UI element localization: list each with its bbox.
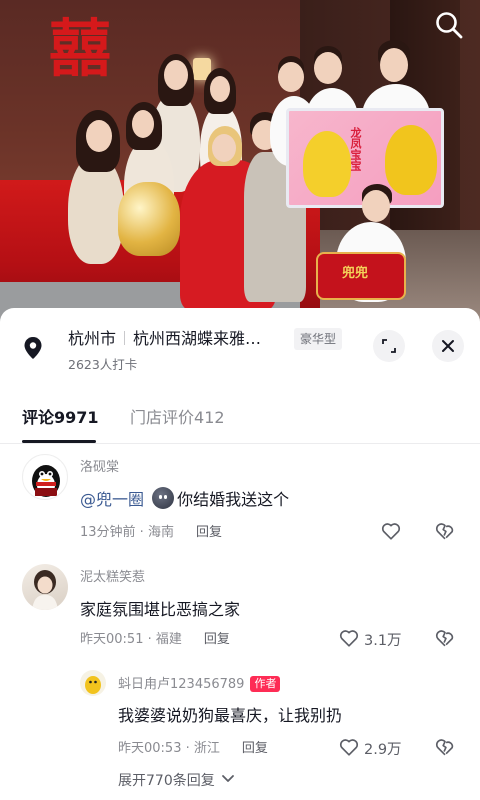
checkin-count: 2623人打卡 bbox=[68, 357, 138, 372]
comment-body: 家庭氛围堪比恶搞之家 bbox=[80, 600, 241, 619]
venue-type-tag: 豪华型 bbox=[294, 328, 343, 350]
search-button[interactable] bbox=[434, 10, 464, 40]
heart-icon bbox=[339, 630, 359, 647]
heart-icon bbox=[381, 523, 401, 540]
tab-comments[interactable]: 评论9971 bbox=[22, 404, 99, 428]
comment-time: 昨天00:51 bbox=[80, 632, 144, 647]
reply-button[interactable]: 回复 bbox=[242, 741, 268, 756]
bride-head bbox=[212, 134, 236, 162]
double-happiness-sign: 囍 bbox=[48, 12, 111, 85]
reply-time: 昨天00:53 bbox=[118, 741, 182, 756]
collapse-icon bbox=[382, 339, 396, 353]
broken-heart-icon bbox=[435, 630, 454, 647]
location-venue: 杭州西湖蝶来雅… bbox=[133, 329, 262, 348]
close-icon bbox=[442, 340, 454, 352]
guest-head bbox=[278, 62, 304, 92]
comment-body: 你结婚我送这个 bbox=[177, 490, 290, 509]
guest-head bbox=[210, 76, 230, 102]
wedding-photo: 囍 龙凤宝宝 兜兜 bbox=[0, 0, 480, 322]
heart-icon bbox=[339, 739, 359, 756]
mention-link[interactable]: @兜一圈 bbox=[80, 490, 144, 509]
active-tab-indicator bbox=[22, 440, 96, 443]
reply-body: 我婆婆说奶狗最喜庆，让我别扔 bbox=[118, 706, 343, 725]
comment-region: 海南 bbox=[147, 525, 174, 540]
comment-username[interactable]: 洛砚棠 bbox=[80, 456, 119, 475]
duck-avatar-icon bbox=[85, 676, 101, 694]
avatar[interactable] bbox=[22, 564, 68, 610]
emoji-icon bbox=[152, 487, 175, 509]
location-bar[interactable]: 杭州市 杭州西湖蝶来雅… 豪华型 2623人打卡 bbox=[0, 308, 480, 384]
poster-title: 龙凤宝宝 bbox=[349, 127, 362, 171]
comment-item: 洛砚棠 @兜一圈 你结婚我送这个 13分钟前 · 海南 回复 bbox=[0, 452, 480, 552]
reply-region: 浙江 bbox=[193, 741, 220, 756]
guest-head bbox=[86, 120, 112, 152]
reply-username[interactable]: 蚪日甪卢123456789 bbox=[118, 677, 244, 692]
reply-avatar[interactable] bbox=[80, 670, 106, 696]
like-button[interactable]: 2.9万 bbox=[338, 736, 408, 758]
tab-comments-count: 9971 bbox=[54, 408, 99, 427]
tab-store-reviews[interactable]: 门店评价412 bbox=[130, 404, 225, 428]
comment-text: @兜一圈 你结婚我送这个 bbox=[80, 486, 289, 510]
like-count: 3.1万 bbox=[364, 633, 402, 649]
expand-replies-label: 展开770条回复 bbox=[118, 773, 215, 789]
guest-head bbox=[362, 190, 390, 222]
reply-item: 蚪日甪卢123456789 作者 我婆婆说奶狗最喜庆，让我别扔 昨天00:53 ·… bbox=[0, 668, 480, 764]
dislike-button[interactable] bbox=[434, 520, 456, 542]
tab-comments-label: 评论 bbox=[22, 408, 55, 427]
reply-button[interactable]: 回复 bbox=[204, 632, 230, 647]
guest-head bbox=[164, 60, 188, 90]
broken-heart-icon bbox=[435, 739, 454, 756]
poster-character bbox=[385, 125, 437, 195]
comment-meta: 13分钟前 · 海南 回复 bbox=[80, 525, 222, 540]
red-pillow: 兜兜 bbox=[316, 252, 406, 300]
close-button[interactable] bbox=[432, 330, 464, 362]
guest-head bbox=[132, 110, 154, 138]
reply-button[interactable]: 回复 bbox=[196, 525, 222, 540]
search-icon bbox=[436, 12, 463, 39]
like-count: 2.9万 bbox=[364, 742, 402, 758]
expand-replies-button[interactable]: 展开770条回复 bbox=[118, 770, 235, 790]
tab-bar: 评论9971 门店评价412 bbox=[0, 396, 480, 444]
tab-store-reviews-count: 412 bbox=[194, 408, 225, 427]
like-button[interactable]: 3.1万 bbox=[338, 627, 408, 649]
guest-head bbox=[380, 48, 408, 82]
location-pin-icon bbox=[24, 337, 42, 359]
comment-region: 福建 bbox=[155, 632, 182, 647]
pillow-text: 兜兜 bbox=[342, 266, 369, 281]
comment-item: 泥太糕笑惹 家庭氛围堪比恶搞之家 昨天00:51 · 福建 回复 3.1万 bbox=[0, 562, 480, 662]
avatar[interactable] bbox=[22, 454, 68, 500]
balloon-dog bbox=[118, 182, 180, 256]
collapse-button[interactable] bbox=[373, 330, 405, 362]
broken-heart-icon bbox=[435, 523, 454, 540]
guest-head bbox=[314, 52, 342, 84]
location-divider bbox=[124, 331, 126, 345]
location-city: 杭州市 bbox=[68, 329, 117, 348]
reply-username-row: 蚪日甪卢123456789 作者 bbox=[118, 673, 281, 692]
chevron-down-icon bbox=[222, 775, 235, 782]
comment-meta: 昨天00:51 · 福建 回复 bbox=[80, 632, 230, 647]
tab-store-reviews-label: 门店评价 bbox=[130, 408, 195, 427]
reply-meta: 昨天00:53 · 浙江 回复 bbox=[118, 741, 268, 756]
poster-character bbox=[303, 131, 351, 197]
dislike-button[interactable] bbox=[434, 627, 456, 649]
author-badge: 作者 bbox=[250, 676, 281, 692]
girl-avatar-icon bbox=[32, 570, 58, 610]
penguin-avatar-icon bbox=[32, 465, 60, 497]
location-title[interactable]: 杭州市 杭州西湖蝶来雅… bbox=[68, 325, 261, 349]
like-button[interactable] bbox=[380, 520, 404, 542]
comment-username[interactable]: 泥太糕笑惹 bbox=[80, 566, 145, 585]
dislike-button[interactable] bbox=[434, 736, 456, 758]
comment-time: 13分钟前 bbox=[80, 525, 136, 540]
